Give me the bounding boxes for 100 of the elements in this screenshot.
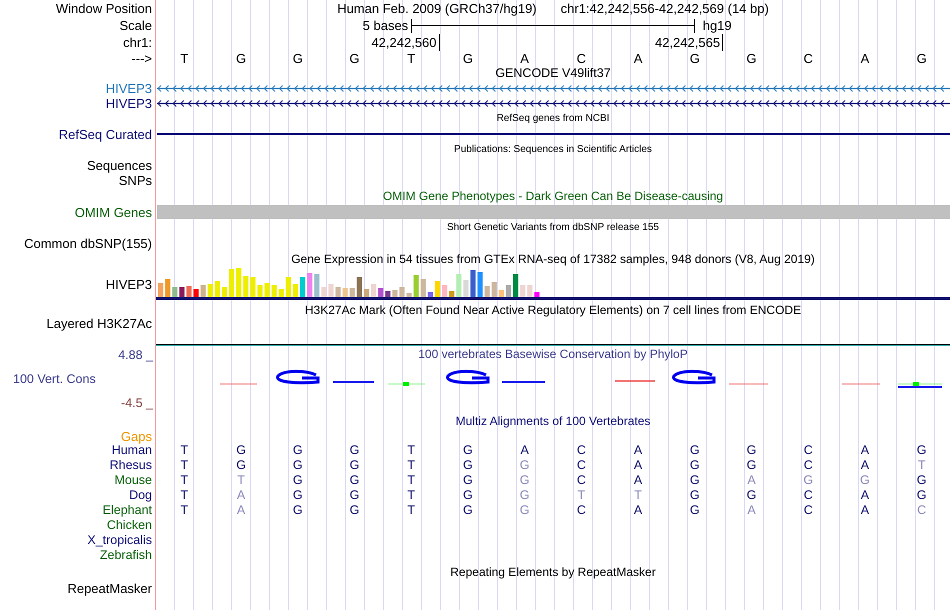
species-label[interactable]: Elephant <box>102 504 152 517</box>
aligned-base: C <box>802 459 814 472</box>
track-label[interactable]: ---> <box>131 52 152 64</box>
aligned-base: G <box>348 444 360 457</box>
aligned-base: G <box>518 504 530 517</box>
sequence-base: T <box>179 52 190 64</box>
aligned-base: T <box>406 459 416 472</box>
axis-max-label: 4.88 _ <box>118 349 154 362</box>
aligned-base: G <box>746 459 758 472</box>
sequence-base: T <box>406 52 416 64</box>
aligned-base: G <box>688 474 701 487</box>
track-label[interactable]: 100 Vert. Cons <box>0 372 96 386</box>
aligned-base: A <box>746 474 757 487</box>
track-title: Short Genetic Variants from dbSNP release 155 <box>447 223 659 233</box>
aligned-base: G <box>916 444 928 457</box>
sequence-base: C <box>576 52 588 64</box>
aligned-base: A <box>236 489 246 502</box>
track-label[interactable]: HIVEP3 <box>106 97 152 110</box>
aligned-base: G <box>916 474 928 487</box>
aligned-base: T <box>236 474 246 487</box>
aligned-base: A <box>860 459 870 472</box>
aligned-base: G <box>688 489 701 502</box>
aligned-base: G <box>802 474 814 487</box>
aligned-base: C <box>916 504 928 517</box>
aligned-base: A <box>519 444 530 457</box>
species-label[interactable]: Chicken <box>106 519 152 532</box>
track-label[interactable]: Window Position <box>56 2 152 15</box>
aligned-base: G <box>518 459 530 472</box>
track-title: Publications: Sequences in Scientific Articles <box>454 145 652 155</box>
track-title: 100 vertebrates Basewise Conservation by PhyloP <box>418 348 688 360</box>
aligned-base: C <box>576 474 587 487</box>
assembly-name: Human Feb. 2009 (GRCh37/hg19) <box>337 2 537 15</box>
sequence-base: G <box>292 52 304 64</box>
species-label[interactable]: Rhesus <box>110 459 152 472</box>
track-label[interactable]: Common dbSNP(155) <box>24 236 152 250</box>
axis-min-label: -4.5 _ <box>121 396 154 409</box>
track-title: RefSeq genes from NCBI <box>496 114 610 124</box>
aligned-base: G <box>462 489 474 502</box>
aligned-base: G <box>292 474 304 487</box>
aligned-base: G <box>688 459 701 472</box>
aligned-base: T <box>406 504 416 517</box>
position-range: chr1:42,242,556-42,242,569 (14 bp) <box>560 2 769 15</box>
aligned-base: C <box>576 444 587 457</box>
aligned-base: A <box>632 444 644 457</box>
aligned-base: G <box>462 504 474 517</box>
track-label[interactable]: chr1: <box>123 36 152 48</box>
aligned-base: C <box>802 444 814 457</box>
aligned-base: C <box>802 489 814 502</box>
scale-assembly-label: hg19 <box>702 19 732 32</box>
track-title: Repeating Elements by RepeatMasker <box>450 566 656 578</box>
species-label[interactable]: Dog <box>129 489 152 502</box>
aligned-base: G <box>518 489 530 502</box>
track-label[interactable]: OMIM Genes <box>74 206 152 218</box>
species-label[interactable]: X_tropicalis <box>87 534 152 547</box>
track-title: H3K27Ac Mark (Often Found Near Active Regulatory Elements) on 7 cell lines from ENCODE <box>304 304 802 316</box>
aligned-base: T <box>180 459 190 472</box>
aligned-base: T <box>406 489 416 502</box>
species-label[interactable]: Zebrafish <box>100 549 152 562</box>
track-label[interactable]: Sequences <box>86 159 152 172</box>
species-label[interactable]: Human <box>112 444 152 457</box>
sequence-base: G <box>745 52 758 64</box>
aligned-base: G <box>688 444 701 457</box>
aligned-base: A <box>632 459 644 472</box>
sequence-base: G <box>462 52 474 64</box>
sequence-base: A <box>519 52 530 64</box>
track-title: Multiz Alignments of 100 Vertebrates <box>456 415 650 427</box>
sequence-base: G <box>688 52 701 64</box>
track-label[interactable]: Scale <box>119 19 152 32</box>
aligned-base: G <box>518 474 530 487</box>
aligned-base: A <box>746 504 757 517</box>
sequence-base: C <box>802 52 814 64</box>
aligned-base: G <box>462 474 474 487</box>
aligned-base: G <box>859 474 871 487</box>
sequence-base: G <box>916 52 928 64</box>
track-label[interactable]: HIVEP3 <box>106 278 152 290</box>
aligned-base: T <box>180 489 190 502</box>
aligned-base: G <box>292 504 304 517</box>
aligned-base: G <box>462 459 474 472</box>
aligned-base: T <box>406 444 416 457</box>
track-label[interactable]: RefSeq Curated <box>58 128 152 140</box>
track-title: Gene Expression in 54 tissues from GTEx RNA-seq of 17382 samples, 948 donors (V8, Aug 2019) <box>291 253 815 265</box>
aligned-base: C <box>802 504 814 517</box>
track-label[interactable]: Layered H3K27Ac <box>46 316 152 330</box>
aligned-base: T <box>180 474 190 487</box>
aligned-base: G <box>916 489 928 502</box>
aligned-base: G <box>746 444 758 457</box>
species-label[interactable]: Mouse <box>114 474 152 487</box>
aligned-base: G <box>292 444 304 457</box>
aligned-base: A <box>632 504 644 517</box>
aligned-base: G <box>462 444 474 457</box>
aligned-base: G <box>292 489 304 502</box>
track-label[interactable]: SNPs <box>118 174 152 187</box>
track-label[interactable]: HIVEP3 <box>106 82 152 95</box>
aligned-base: T <box>406 474 416 487</box>
track-label[interactable]: RepeatMasker <box>67 582 152 594</box>
aligned-base: G <box>235 444 247 457</box>
aligned-base: A <box>236 504 246 517</box>
aligned-base: G <box>688 504 701 517</box>
aligned-base: T <box>633 489 643 502</box>
track-title: GENCODE V49lift37 <box>495 67 611 80</box>
